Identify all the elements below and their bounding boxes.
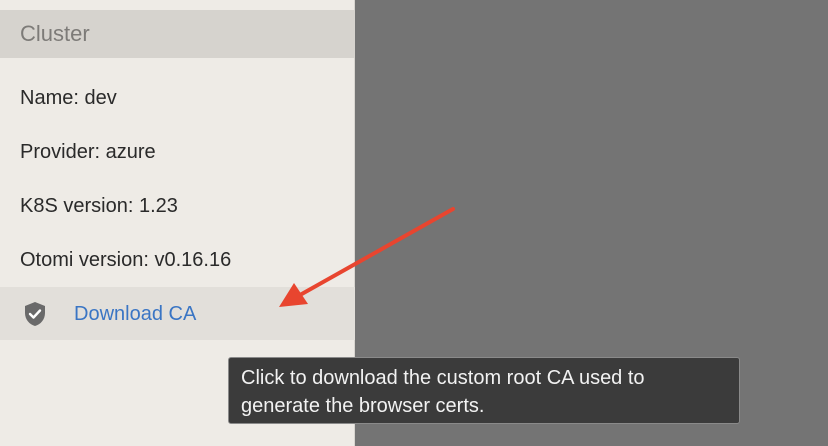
tooltip-line-2: generate the browser certs.: [241, 395, 485, 417]
tooltip-line-1: Click to download the custom root CA use…: [241, 367, 645, 389]
shield-check-icon: [23, 301, 47, 327]
download-ca-button[interactable]: Download CA: [0, 287, 355, 340]
cluster-name: Name: dev: [20, 87, 117, 109]
cluster-provider: Provider: azure: [20, 141, 156, 163]
cluster-section-header: Cluster: [0, 10, 355, 58]
k8s-version: K8S version: 1.23: [20, 195, 178, 217]
download-ca-label[interactable]: Download CA: [74, 300, 196, 328]
download-ca-tooltip: Click to download the custom root CA use…: [228, 357, 740, 424]
otomi-version: Otomi version: v0.16.16: [20, 249, 232, 271]
